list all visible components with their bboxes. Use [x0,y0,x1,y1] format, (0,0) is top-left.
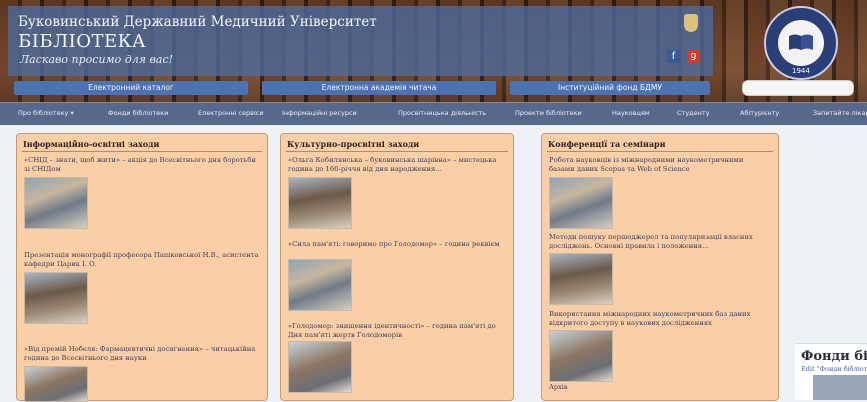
quick-link-catalog[interactable]: Електронний каталог [14,81,248,95]
list-item[interactable]: Використання міжнародних наукометричних … [549,310,771,327]
slogan: Ласкаво просимо для вас! [20,53,174,66]
library-logo[interactable]: 1944 [764,6,838,80]
crest-icon [684,14,698,32]
widget-image[interactable] [813,375,867,400]
event-photo[interactable] [24,272,88,324]
main-nav: Про бібліотеку ▾ Фонди бібліотеки Електр… [0,102,867,125]
divider [286,151,508,152]
list-item[interactable]: «Сила пам'яті: говоримо про Голодомор» –… [288,240,506,249]
card-title: Інформаційно-освітні заходи [23,139,160,149]
nav-item-funds[interactable]: Фонди бібліотеки [108,109,168,117]
divider [22,151,262,152]
list-item[interactable]: «Ольга Кобилянська – буковинська шарівна… [288,156,506,173]
event-photo[interactable] [549,177,613,229]
social-icon[interactable]: g [687,50,700,63]
open-book-icon [789,34,813,50]
nav-item-projects[interactable]: Проекти бібліотеки [515,109,582,117]
list-item[interactable]: Робота науковців із міжнародними наукоме… [549,156,771,173]
quick-link-academy[interactable]: Електронна академія читача [262,81,496,95]
nav-item-about[interactable]: Про бібліотеку ▾ [18,109,74,117]
list-item[interactable]: «СНІД – знати, щоб жити» – акція до Всес… [24,156,260,173]
list-item[interactable]: Презентація монографії професора Пашковс… [24,251,260,268]
library-title[interactable]: БІБЛІОТЕКА [18,31,146,52]
widget-edit-link[interactable]: Edit "Фонди бібліотеки" [801,365,867,373]
nav-item-resources[interactable]: Інформаційні ресурси [282,109,357,117]
nav-item-ask[interactable]: Запитайте лікаря [813,109,867,117]
card-title: Культурно-просвітні заходи [287,139,420,149]
nav-item-eservices[interactable]: Електронні сервіси [198,109,264,117]
search-input[interactable] [742,80,854,96]
quick-link-repository[interactable]: Інституційний фонд БДМУ [510,81,710,95]
info-events-card: Інформаційно-освітні заходи «СНІД – знат… [16,133,268,402]
nav-item-applicants[interactable]: Абітурієнту [740,109,779,117]
nav-item-outreach[interactable]: Просвітницька діяльність [398,109,486,117]
logo-year: 1944 [792,67,810,75]
event-photo[interactable] [549,253,613,305]
event-photo[interactable] [24,177,88,229]
list-item[interactable]: «Від премій Нобеля: Фармацевтичні досягн… [24,345,260,362]
list-item[interactable]: Методи пошуку першоджерел та популяризац… [549,233,771,250]
event-photo[interactable] [288,259,352,311]
archive-link[interactable]: Архів [549,383,568,391]
nav-item-researchers[interactable]: Науковцям [612,109,650,117]
university-name: Буковинський Державний Медичний Універси… [18,14,377,30]
conferences-card: Конференції та семінари Робота науковців… [541,133,779,401]
event-photo[interactable] [24,366,88,402]
facebook-icon[interactable]: f [667,50,680,63]
cultural-events-card: Культурно-просвітні заходи «Ольга Кобиля… [280,133,514,401]
event-photo[interactable] [288,341,352,393]
divider [547,151,773,152]
funds-widget: Фонди бібл Edit "Фонди бібліотеки" [795,343,867,400]
list-item[interactable]: «Голодомор: знищення ідентичності» – год… [288,322,506,339]
nav-item-students[interactable]: Студенту [677,109,710,117]
site-header: Буковинський Державний Медичний Універси… [0,0,867,102]
event-photo[interactable] [288,177,352,229]
event-photo[interactable] [549,330,613,382]
card-title: Конференції та семінари [548,139,666,149]
widget-title: Фонди бібл [801,349,867,364]
